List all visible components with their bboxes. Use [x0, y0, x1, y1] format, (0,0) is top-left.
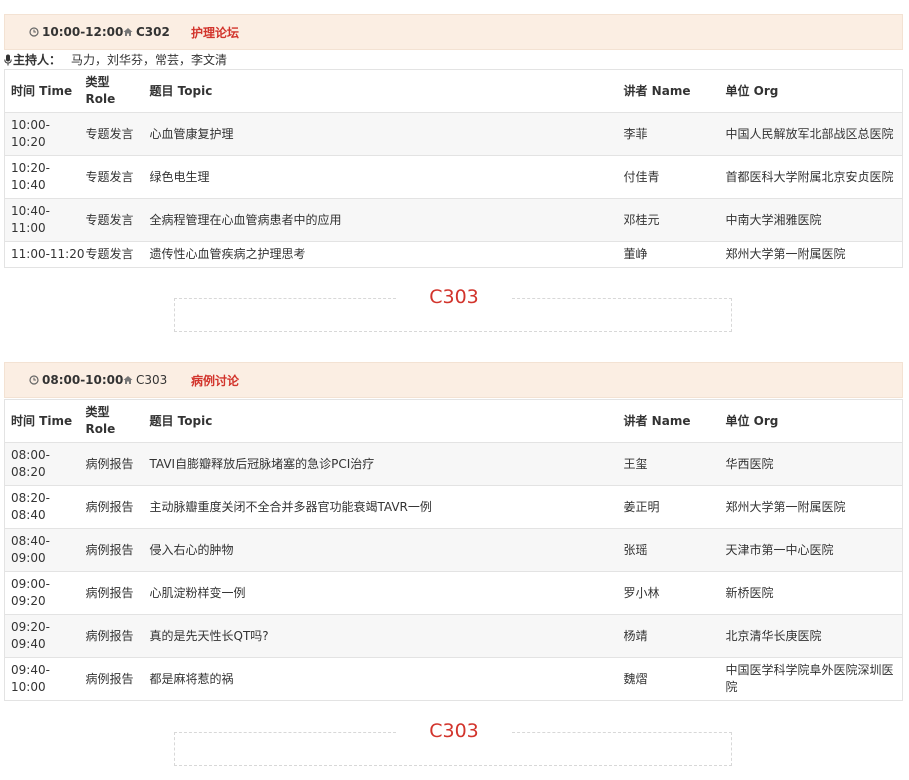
table-row: 10:20-10:40 专题发言 绿色电生理 付佳青 首都医科大学附属北京安贞医…	[4, 155, 903, 199]
cell-name: 杨靖	[617, 614, 720, 658]
cell-time: 10:00-10:20	[4, 112, 80, 156]
room-divider-label: C303	[396, 286, 512, 308]
microphone-icon	[4, 54, 12, 66]
cell-org: 北京清华长庚医院	[719, 614, 903, 658]
moderator-line: 主持人： 马力，刘华芬，常芸，李文清	[4, 51, 227, 69]
header-role: 类型 Role	[79, 69, 144, 113]
session-header: 08:00-10:00 C303 病例讨论	[4, 362, 903, 398]
cell-role: 病例报告	[79, 571, 144, 615]
cell-time: 09:40-10:00	[4, 657, 80, 701]
table-row: 10:00-10:20 专题发言 心血管康复护理 李菲 中国人民解放军北部战区总…	[4, 112, 903, 156]
cell-time: 08:20-08:40	[4, 485, 80, 529]
cell-org: 中南大学湘雅医院	[719, 198, 903, 242]
room-divider-label: C303	[396, 720, 512, 742]
moderator-names: 马力，刘华芬，常芸，李文清	[71, 53, 228, 67]
cell-time: 10:40-11:00	[4, 198, 80, 242]
moderator-label: 主持人：	[13, 53, 62, 67]
cell-org: 华西医院	[719, 442, 903, 486]
schedule-table: 时间 Time 类型 Role 题目 Topic 讲者 Name 单位 Org …	[4, 399, 903, 701]
header-topic: 题目 Topic	[143, 69, 618, 113]
header-time: 时间 Time	[4, 399, 80, 443]
cell-role: 病例报告	[79, 442, 144, 486]
session-room-text: C302	[136, 25, 170, 39]
cell-role: 专题发言	[79, 112, 144, 156]
table-row: 09:20-09:40 病例报告 真的是先天性长QT吗? 杨靖 北京清华长庚医院	[4, 614, 903, 658]
cell-topic: TAVI自膨瓣释放后冠脉堵塞的急诊PCI治疗	[143, 442, 618, 486]
cell-name: 邓桂元	[617, 198, 720, 242]
cell-time: 08:40-09:00	[4, 528, 80, 572]
cell-org: 天津市第一中心医院	[719, 528, 903, 572]
session-time-text: 08:00-10:00	[42, 373, 124, 387]
cell-org: 中国人民解放军北部战区总医院	[719, 112, 903, 156]
cell-time: 10:20-10:40	[4, 155, 80, 199]
table-row: 09:40-10:00 病例报告 都是麻将惹的祸 魏熠 中国医学科学院阜外医院深…	[4, 657, 903, 701]
session-room-text: C303	[136, 373, 168, 387]
cell-role: 病例报告	[79, 614, 144, 658]
cell-org: 新桥医院	[719, 571, 903, 615]
cell-role: 专题发言	[79, 198, 144, 242]
table-row: 08:00-08:20 病例报告 TAVI自膨瓣释放后冠脉堵塞的急诊PCI治疗 …	[4, 442, 903, 486]
table-row: 11:00-11:20 专题发言 遗传性心血管疾病之护理思考 董峥 郑州大学第一…	[4, 241, 903, 268]
session-time: 10:00-12:00	[29, 25, 123, 39]
cell-name: 王玺	[617, 442, 720, 486]
cell-name: 李菲	[617, 112, 720, 156]
cell-topic: 主动脉瓣重度关闭不全合并多器官功能衰竭TAVR一例	[143, 485, 618, 529]
cell-time: 09:20-09:40	[4, 614, 80, 658]
session-room: C303	[123, 373, 167, 387]
table-row: 10:40-11:00 专题发言 全病程管理在心血管病患者中的应用 邓桂元 中南…	[4, 198, 903, 242]
cell-time: 09:00-09:20	[4, 571, 80, 615]
cell-org: 中国医学科学院阜外医院深圳医院	[719, 657, 903, 701]
table-row: 09:00-09:20 病例报告 心肌淀粉样变一例 罗小林 新桥医院	[4, 571, 903, 615]
cell-role: 专题发言	[79, 241, 144, 268]
clock-icon	[29, 27, 39, 37]
cell-time: 11:00-11:20	[4, 241, 85, 268]
cell-time: 08:00-08:20	[4, 442, 80, 486]
cell-org: 首都医科大学附属北京安贞医院	[719, 155, 903, 199]
header-topic: 题目 Topic	[143, 399, 618, 443]
cell-name: 姜正明	[617, 485, 720, 529]
header-name: 讲者 Name	[617, 399, 720, 443]
session-title: 病例讨论	[191, 373, 240, 388]
cell-topic: 遗传性心血管疾病之护理思考	[143, 241, 618, 268]
table-row: 08:40-09:00 病例报告 侵入右心的肿物 张瑶 天津市第一中心医院	[4, 528, 903, 572]
cell-name: 张瑶	[617, 528, 720, 572]
cell-topic: 真的是先天性长QT吗?	[143, 614, 618, 658]
table-header-row: 时间 Time 类型 Role 题目 Topic 讲者 Name 单位 Org	[4, 69, 903, 113]
session-time: 08:00-10:00	[29, 373, 123, 387]
cell-role: 病例报告	[79, 528, 144, 572]
cell-topic: 绿色电生理	[143, 155, 618, 199]
schedule-table: 时间 Time 类型 Role 题目 Topic 讲者 Name 单位 Org …	[4, 69, 903, 268]
cell-topic: 侵入右心的肿物	[143, 528, 618, 572]
header-org: 单位 Org	[719, 399, 903, 443]
cell-org: 郑州大学第一附属医院	[719, 485, 903, 529]
header-name: 讲者 Name	[617, 69, 720, 113]
home-icon	[123, 28, 133, 36]
session-room: C302	[123, 25, 170, 39]
table-header-row: 时间 Time 类型 Role 题目 Topic 讲者 Name 单位 Org	[4, 399, 903, 443]
cell-org: 郑州大学第一附属医院	[719, 241, 903, 268]
cell-name: 董峥	[617, 241, 720, 268]
header-time: 时间 Time	[4, 69, 80, 113]
clock-icon	[29, 375, 39, 385]
cell-role: 病例报告	[79, 485, 144, 529]
session-time-text: 10:00-12:00	[42, 25, 124, 39]
cell-topic: 都是麻将惹的祸	[143, 657, 618, 701]
cell-topic: 全病程管理在心血管病患者中的应用	[143, 198, 618, 242]
cell-name: 魏熠	[617, 657, 720, 701]
cell-topic: 心肌淀粉样变一例	[143, 571, 618, 615]
header-org: 单位 Org	[719, 69, 903, 113]
header-role: 类型 Role	[79, 399, 144, 443]
session-title: 护理论坛	[191, 25, 240, 40]
table-row: 08:20-08:40 病例报告 主动脉瓣重度关闭不全合并多器官功能衰竭TAVR…	[4, 485, 903, 529]
cell-role: 病例报告	[79, 657, 144, 701]
session-header: 10:00-12:00 C302 护理论坛	[4, 14, 903, 50]
cell-role: 专题发言	[79, 155, 144, 199]
cell-topic: 心血管康复护理	[143, 112, 618, 156]
cell-name: 付佳青	[617, 155, 720, 199]
home-icon	[123, 376, 133, 384]
cell-name: 罗小林	[617, 571, 720, 615]
